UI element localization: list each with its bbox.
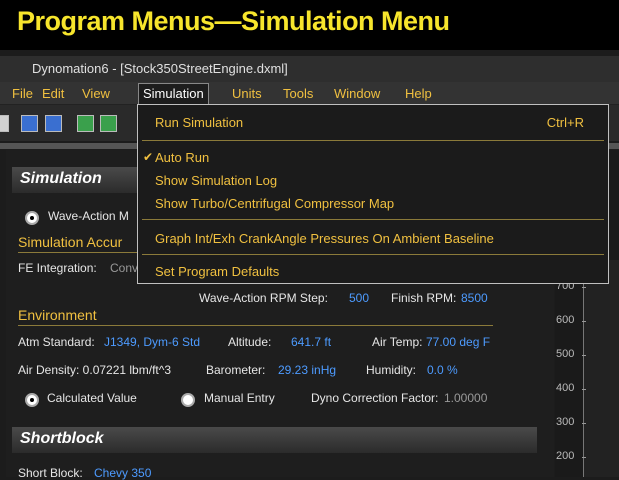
humidity-label: Humidity: <box>366 363 417 377</box>
calculated-value-label: Calculated Value <box>47 391 137 405</box>
finish-rpm-value[interactable]: 8500 <box>461 291 488 305</box>
menubar: File Edit View Simulation Units Tools Wi… <box>0 82 619 105</box>
window-titlebar: Dynomation6 - [Stock350StreetEngine.dxml… <box>0 56 619 82</box>
save-icon[interactable] <box>45 115 62 132</box>
menu-item-set-program-defaults[interactable]: Set Program Defaults <box>155 264 279 279</box>
barometer-label: Barometer: <box>206 363 266 377</box>
window-title: Dynomation6 - [Stock350StreetEngine.dxml… <box>32 61 288 76</box>
y-tick-300: 300 <box>556 416 575 428</box>
menu-item-show-simulation-log[interactable]: Show Simulation Log <box>155 173 277 188</box>
y-tick-mark <box>582 389 586 390</box>
check-icon: ✔ <box>143 150 154 164</box>
altitude-value[interactable]: 641.7 ft <box>291 335 331 349</box>
short-block-value[interactable]: Chevy 350 <box>94 466 151 480</box>
menu-tools[interactable]: Tools <box>283 86 313 101</box>
menu-window[interactable]: Window <box>334 86 380 101</box>
engine-icon[interactable] <box>77 115 94 132</box>
menu-file[interactable]: File <box>12 86 33 101</box>
manual-entry-label: Manual Entry <box>204 391 275 405</box>
y-tick-mark <box>582 321 586 322</box>
engine-alt-icon[interactable] <box>100 115 117 132</box>
menu-simulation[interactable]: Simulation <box>138 83 209 104</box>
short-block-label: Short Block: <box>18 466 83 480</box>
menu-help[interactable]: Help <box>405 86 432 101</box>
environment-divider <box>18 325 493 326</box>
air-temp-value[interactable]: 77.00 deg F <box>426 335 490 349</box>
open-folder-icon[interactable] <box>21 115 38 132</box>
atm-standard-value[interactable]: J1349, Dym-6 Std <box>104 335 200 349</box>
humidity-value[interactable]: 0.0 % <box>427 363 458 377</box>
y-tick-mark <box>582 457 586 458</box>
manual-entry-radio[interactable] <box>181 393 195 407</box>
menu-item-run-simulation[interactable]: Run Simulation <box>155 115 243 130</box>
environment-header: Environment <box>18 307 97 323</box>
calculated-value-radio[interactable] <box>25 393 39 407</box>
menu-item-graph-pressures[interactable]: Graph Int/Exh CrankAngle Pressures On Am… <box>155 231 494 246</box>
shortblock-section-header: Shortblock <box>12 427 537 453</box>
rpm-step-label: Wave-Action RPM Step: <box>199 291 328 305</box>
banner: Program Menus—Simulation Menu <box>0 0 619 50</box>
graph-plot-area <box>583 260 619 477</box>
air-density-label: Air Density: 0.07221 lbm/ft^3 <box>18 363 172 377</box>
altitude-label: Altitude: <box>228 335 272 349</box>
accuracy-divider <box>18 252 141 253</box>
wave-action-radio[interactable] <box>25 211 39 225</box>
fe-integration-label: FE Integration: <box>18 261 97 275</box>
simulation-dropdown-menu: Run Simulation Ctrl+R ✔ Auto Run Show Si… <box>137 104 609 284</box>
air-temp-label: Air Temp: <box>372 335 423 349</box>
menu-edit[interactable]: Edit <box>42 86 64 101</box>
y-tick-400: 400 <box>556 382 575 394</box>
menu-separator <box>142 140 604 141</box>
y-tick-500: 500 <box>556 348 575 360</box>
y-tick-mark <box>582 423 586 424</box>
new-file-icon[interactable] <box>0 115 9 132</box>
fe-integration-value[interactable]: Conv <box>110 261 138 275</box>
atm-standard-label: Atm Standard: <box>18 335 95 349</box>
wave-action-label: Wave-Action M <box>48 209 129 223</box>
menu-separator <box>142 219 604 220</box>
menu-view[interactable]: View <box>82 86 110 101</box>
y-tick-mark <box>582 355 586 356</box>
dyno-correction-label: Dyno Correction Factor: <box>311 391 439 405</box>
run-simulation-shortcut: Ctrl+R <box>546 115 584 130</box>
dyno-correction-value[interactable]: 1.00000 <box>444 391 487 405</box>
y-tick-mark <box>582 287 586 288</box>
banner-title: Program Menus—Simulation Menu <box>17 6 450 36</box>
barometer-value[interactable]: 29.23 inHg <box>278 363 336 377</box>
menu-item-show-turbo-map[interactable]: Show Turbo/Centrifugal Compressor Map <box>155 196 394 211</box>
rpm-step-value[interactable]: 500 <box>349 291 369 305</box>
finish-rpm-label: Finish RPM: <box>391 291 457 305</box>
y-tick-600: 600 <box>556 314 575 326</box>
menu-separator <box>142 254 604 255</box>
shortblock-header-label: Shortblock <box>20 430 104 447</box>
simulation-header-label: Simulation <box>20 170 102 187</box>
simulation-accuracy-header: Simulation Accur <box>18 234 123 250</box>
menu-units[interactable]: Units <box>232 86 262 101</box>
y-tick-200: 200 <box>556 450 575 462</box>
menu-item-auto-run[interactable]: Auto Run <box>155 150 209 165</box>
